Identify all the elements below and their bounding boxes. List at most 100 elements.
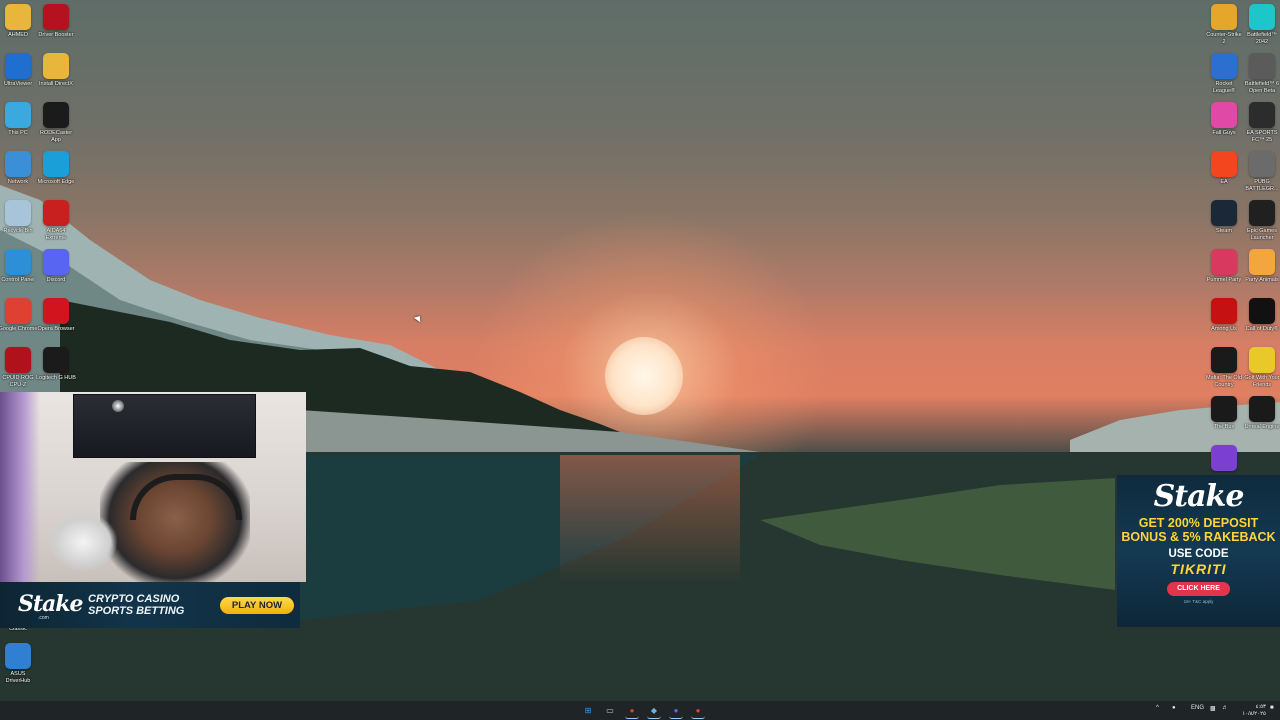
desktop-icon[interactable]: Pummel Party (1204, 249, 1244, 284)
desktop-icon[interactable]: Call of Duty® (1242, 298, 1280, 333)
rocket-league-icon (1211, 53, 1237, 79)
desktop-icon[interactable]: Unreal Engine (1242, 396, 1280, 431)
notifications-icon[interactable]: ■ (1270, 705, 1274, 711)
desktop-icon-label: Rocket League® (1212, 81, 1236, 94)
epic-games-icon (1249, 200, 1275, 226)
desktop-icon[interactable]: Microsoft Edge (36, 151, 76, 186)
desktop-icon[interactable]: Recycle Bin (0, 200, 38, 235)
monitor-icon (5, 102, 31, 128)
pummel-party-icon (1211, 249, 1237, 275)
desktop-icon-label: UltraViewer (3, 81, 33, 87)
tv-light-reflection (112, 400, 124, 412)
desktop-icon-label: PUBG BATTLEGR... (1245, 179, 1279, 192)
taskbar: ⊞ ▭ ● ◆ ● ● ^ ● ENG ▩ ♬ ٤:٥٣ ١٠/٨/٢٠٢٥ ■ (0, 700, 1280, 720)
desktop-icon-label: Pummel Party (1206, 277, 1242, 283)
stake-ad-use-code: USE CODE (1168, 548, 1229, 560)
desktop-icon[interactable]: ASUS DriverHub (0, 643, 38, 685)
desktop-icon[interactable]: Battlefield™ 2042 (1242, 4, 1280, 46)
desktop-icon[interactable]: Logitech G HUB (36, 347, 76, 382)
microphone-icon[interactable]: ● (1172, 705, 1176, 711)
desktop-icon[interactable]: AIDA64 Extreme (36, 200, 76, 242)
task-view-taskbar-icon[interactable]: ▭ (603, 704, 617, 718)
shelf-light (0, 392, 40, 582)
desktop-icon-label: EA (1220, 179, 1228, 185)
desktop-icon[interactable]: Network (0, 151, 38, 186)
desktop-icon[interactable]: EA (1204, 151, 1244, 186)
network-icon (5, 151, 31, 177)
desktop-icon[interactable]: Mafia: The Old Country (1204, 347, 1244, 389)
stake-ad-code: TIKRITI (1170, 561, 1227, 577)
desktop-icon[interactable]: The Bus (1204, 396, 1244, 431)
desktop-icon[interactable]: Install DirectX (36, 53, 76, 88)
desktop-icon[interactable] (1204, 445, 1244, 473)
desktop-icon[interactable]: Control Panel (0, 249, 38, 284)
desktop-icon[interactable]: Google Chrome (0, 298, 38, 333)
desktop-icon-label: Steam (1216, 228, 1232, 234)
desktop-icon[interactable]: Among Us (1204, 298, 1244, 333)
desktop-icon-label: Battlefield™ 6 Open Beta (1244, 81, 1280, 94)
control-panel-icon (5, 249, 31, 275)
ultraviewer-icon (5, 53, 31, 79)
desktop-icon[interactable]: UltraViewer (0, 53, 38, 88)
desktop-icon-label: Microsoft Edge (37, 179, 75, 185)
desktop-icon[interactable]: EA SPORTS FC™ 25 (1242, 102, 1280, 144)
app-taskbar-icon[interactable]: ● (691, 704, 705, 719)
desktop-icon[interactable]: Opera Browser (36, 298, 76, 333)
stake-banner[interactable]: Stake .com CRYPTO CASINO SPORTS BETTING … (0, 582, 300, 628)
sun (605, 337, 683, 415)
desktop-icon[interactable]: Battlefield™ 6 Open Beta (1242, 53, 1280, 95)
desktop-icon-label: Opera Browser (37, 326, 75, 332)
sun-reflection (560, 455, 740, 585)
rodecaster-icon (43, 102, 69, 128)
desktop-icon[interactable]: Fall Guys (1204, 102, 1244, 137)
volume-icon[interactable]: ♬ (1222, 705, 1228, 711)
desktop-icon[interactable]: Steam (1204, 200, 1244, 235)
steam-icon (1211, 200, 1237, 226)
desktop-icon-label: Fall Guys (1212, 130, 1236, 136)
desktop-icon-label: Recycle Bin (3, 228, 33, 234)
folder-icon (43, 53, 69, 79)
language-indicator[interactable]: ENG (1191, 705, 1204, 711)
stake-ad-fine-print: 18+ T&C apply (1183, 599, 1214, 604)
discord-taskbar-icon[interactable]: ● (669, 704, 683, 719)
stake-ad-headline: GET 200% DEPOSIT BONUS & 5% RAKEBACK (1121, 516, 1276, 544)
desktop-icon[interactable]: Party Animals (1242, 249, 1280, 284)
desktop-icon[interactable]: Golf With Your Friends (1242, 347, 1280, 389)
mafia-icon (1211, 347, 1237, 373)
click-here-button[interactable]: CLICK HERE (1167, 582, 1230, 596)
desktop-icon[interactable]: Rocket League® (1204, 53, 1244, 95)
desktop-icon[interactable]: Driver Booster (36, 4, 76, 39)
stake-ad[interactable]: Stake GET 200% DEPOSIT BONUS & 5% RAKEBA… (1117, 475, 1280, 627)
ea-fc-icon (1249, 102, 1275, 128)
desktop-icon-label: CPUID ROG CPU-Z (2, 375, 34, 388)
folder-icon (5, 4, 31, 30)
golf-icon (1249, 347, 1275, 373)
desktop-icon[interactable]: PUBG BATTLEGR... (1242, 151, 1280, 193)
desktop-icon[interactable]: Discord (36, 249, 76, 284)
desktop-icon[interactable]: AHMED (0, 4, 38, 39)
desktop-icon[interactable]: Counter-Strike 2 (1204, 4, 1244, 46)
network-tray-icon[interactable]: ▩ (1210, 705, 1216, 712)
steam-taskbar-icon[interactable]: ◆ (647, 704, 661, 719)
asus-driverhub-icon (5, 643, 31, 669)
desktop-icon[interactable]: This PC (0, 102, 38, 137)
desktop-icon-label: RODECaster App (39, 130, 73, 143)
desktop-icon-label: Logitech G HUB (36, 375, 76, 381)
battlefield-2042-icon (1249, 4, 1275, 30)
desktop-icon-label: Google Chrome (0, 326, 38, 332)
desktop-icon[interactable]: RODECaster App (36, 102, 76, 144)
discord-icon (43, 249, 69, 275)
chrome-taskbar-icon[interactable]: ● (625, 704, 639, 719)
play-now-button[interactable]: PLAY NOW (220, 597, 294, 614)
start-button-taskbar-icon[interactable]: ⊞ (581, 704, 595, 718)
stake-tagline: CRYPTO CASINO SPORTS BETTING (88, 593, 185, 617)
tray-chevron-icon[interactable]: ^ (1156, 705, 1159, 711)
desktop-icon[interactable]: Epic Games Launcher (1242, 200, 1280, 242)
clock[interactable]: ٤:٥٣ ١٠/٨/٢٠٢٥ (1236, 704, 1266, 717)
desktop-icon[interactable]: CPUID ROG CPU-Z (0, 347, 38, 389)
logitech-icon (43, 347, 69, 373)
desktop-icon-label: Control Panel (1, 277, 35, 283)
desktop-icon-label: The Bus (1213, 424, 1235, 430)
stake-logo: Stake (18, 591, 84, 617)
unreal-engine-icon (1249, 396, 1275, 422)
